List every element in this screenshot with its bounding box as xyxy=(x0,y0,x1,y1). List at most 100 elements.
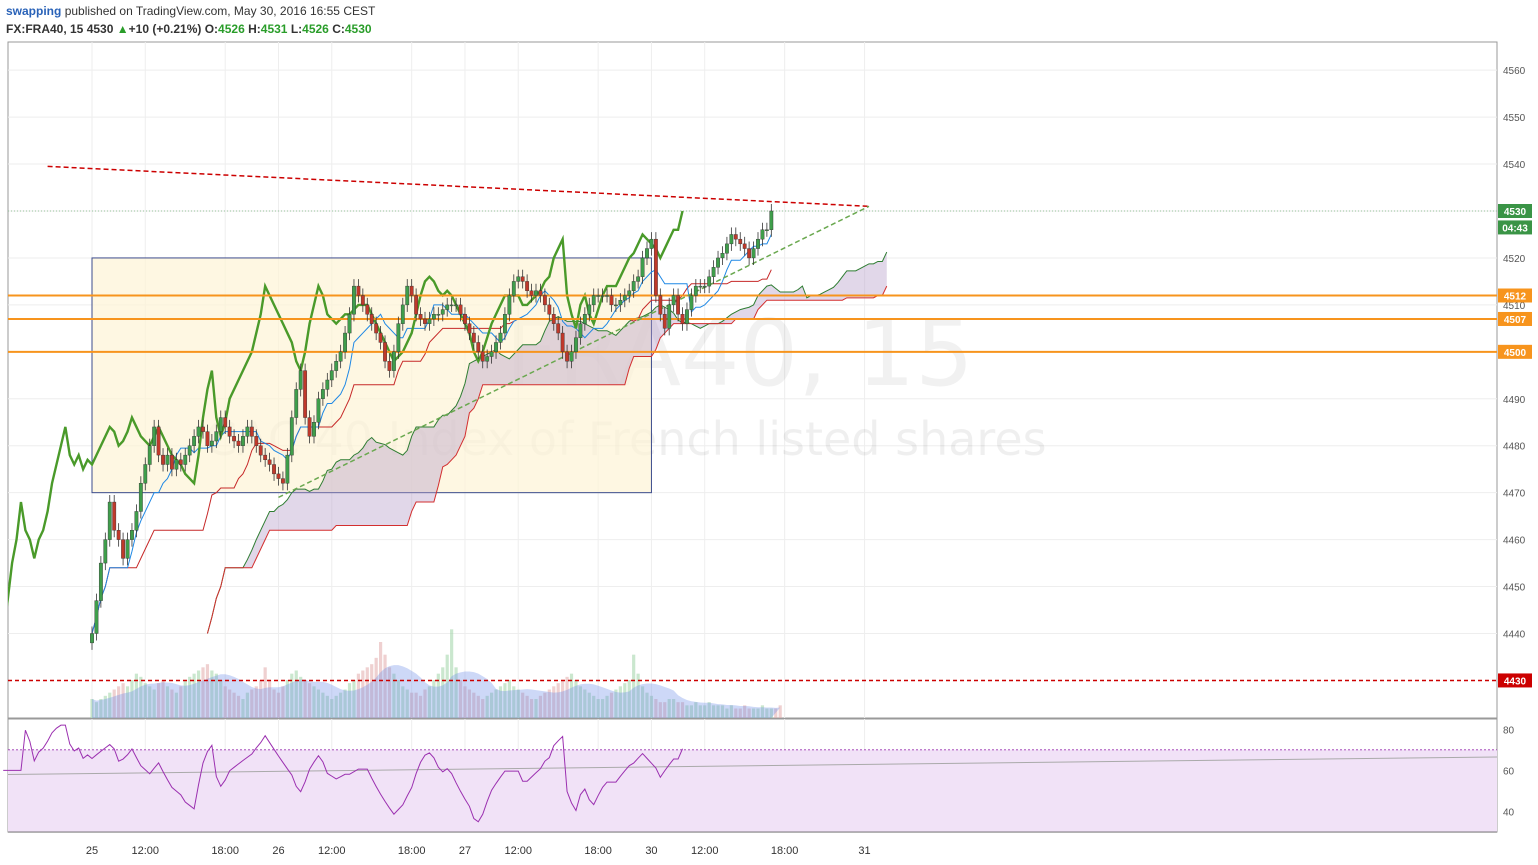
candle-body xyxy=(716,257,720,268)
candle-body xyxy=(352,285,356,315)
candle-body xyxy=(138,483,143,512)
price-tag: 4507 xyxy=(1504,315,1527,326)
candle-body xyxy=(156,426,161,456)
candle-body xyxy=(289,417,294,456)
price-axis-label: 4520 xyxy=(1503,254,1526,265)
candle-body xyxy=(476,342,481,353)
candle-body xyxy=(205,431,210,446)
candle-body xyxy=(214,431,219,442)
candle-body xyxy=(542,295,547,306)
candle-body xyxy=(427,318,432,324)
candle-body xyxy=(360,295,365,306)
candle-body xyxy=(445,304,450,310)
price-tag: 04:43 xyxy=(1502,223,1528,234)
price-tag: 4530 xyxy=(1504,207,1527,218)
price-axis-label: 4450 xyxy=(1503,583,1526,594)
price-axis-label: 4460 xyxy=(1503,536,1526,547)
candle-body xyxy=(187,445,192,456)
candle-body xyxy=(94,600,99,634)
candle-body xyxy=(303,370,308,418)
candle-body xyxy=(578,323,583,338)
candle-body xyxy=(702,285,707,288)
candle-body xyxy=(614,304,618,307)
candle-body xyxy=(733,234,738,240)
candle-body xyxy=(760,229,765,240)
candle-body xyxy=(316,398,321,423)
candle-body xyxy=(729,234,734,245)
candle-body xyxy=(622,295,627,301)
candle-body xyxy=(489,351,494,357)
candle-body xyxy=(720,253,725,259)
time-axis-label: 26 xyxy=(272,845,284,857)
price-chart[interactable]: FRA40, 15 CAC 40 Index of French listed … xyxy=(0,0,1538,865)
candle-body xyxy=(107,501,112,540)
candle-body xyxy=(689,295,694,310)
rsi-axis-label: 40 xyxy=(1503,807,1515,818)
candle-body xyxy=(170,454,174,470)
candle-body xyxy=(534,290,538,296)
time-axis-label: 25 xyxy=(86,845,98,857)
candle-body xyxy=(676,295,680,315)
candle-body xyxy=(134,511,139,531)
candle-body xyxy=(485,356,490,362)
candle-body xyxy=(378,332,383,343)
candle-body xyxy=(276,473,281,479)
candle-body xyxy=(418,314,423,320)
candle-body xyxy=(258,445,263,456)
candle-body xyxy=(627,290,632,296)
candle-body xyxy=(236,440,241,446)
candle-body xyxy=(329,370,334,381)
candle-body xyxy=(511,281,516,296)
candle-body xyxy=(396,323,401,353)
candle-body xyxy=(649,238,654,249)
candle-body xyxy=(596,295,601,297)
candle-body xyxy=(671,295,676,306)
candle-body xyxy=(90,633,94,644)
time-axis-label: 12:00 xyxy=(691,845,719,857)
candle-body xyxy=(254,436,259,446)
candle-body xyxy=(414,295,419,315)
candle-body xyxy=(574,337,578,353)
candle-body xyxy=(467,323,472,334)
candle-body xyxy=(658,295,663,315)
candle-body xyxy=(227,426,232,437)
candle-body xyxy=(320,389,325,399)
candle-body xyxy=(680,314,685,324)
candle-body xyxy=(298,370,303,390)
candle-body xyxy=(387,361,392,371)
candle-body xyxy=(640,257,645,277)
candle-body xyxy=(343,332,347,353)
candle-body xyxy=(267,459,272,465)
candle-body xyxy=(201,426,205,432)
price-axis-label: 4550 xyxy=(1503,113,1526,124)
candle-body xyxy=(454,304,458,307)
candle-body xyxy=(503,314,507,334)
candle-body xyxy=(392,351,396,371)
candle-body xyxy=(480,351,485,362)
candle-body xyxy=(498,332,503,343)
candle-body xyxy=(440,309,445,315)
candle-body xyxy=(98,562,103,601)
candle-body xyxy=(116,530,121,540)
price-axis-label: 4560 xyxy=(1503,66,1526,77)
candle-body xyxy=(711,267,716,277)
candle-body xyxy=(365,304,370,315)
candle-body xyxy=(551,314,556,324)
candle-body xyxy=(662,314,667,329)
candle-body xyxy=(591,295,596,306)
candle-body xyxy=(636,276,641,282)
price-axis-label: 4490 xyxy=(1503,395,1526,406)
price-axis-label: 4540 xyxy=(1503,160,1526,171)
candle-body xyxy=(103,539,108,564)
candle-body xyxy=(751,248,756,259)
candle-body xyxy=(223,417,228,428)
candle-body xyxy=(347,314,352,334)
price-tag: 4500 xyxy=(1504,348,1527,359)
candle-body xyxy=(547,304,552,315)
candle-body xyxy=(245,426,250,437)
price-tag: 4512 xyxy=(1504,292,1527,303)
candle-body xyxy=(307,417,312,437)
candle-body xyxy=(764,229,769,231)
candle-body xyxy=(263,454,268,461)
candle-body xyxy=(463,314,467,324)
